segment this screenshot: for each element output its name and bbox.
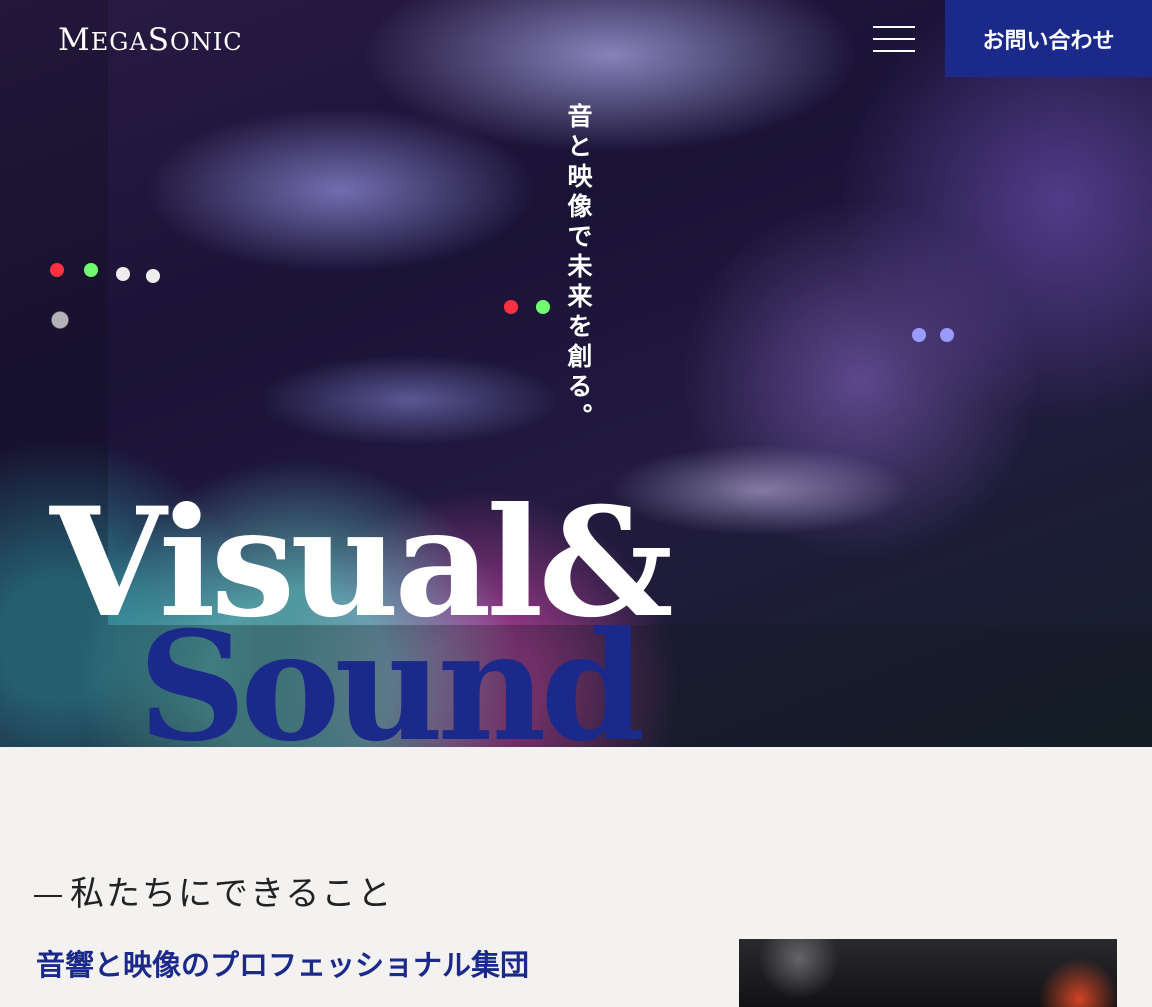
- section-label-text: 私たちにできること: [70, 874, 394, 914]
- logo-letters: ONIC: [170, 28, 243, 56]
- megasonic-logo[interactable]: MEGASONIC: [58, 22, 243, 58]
- logo-letters: EGA: [90, 28, 148, 56]
- contact-button[interactable]: お問い合わせ: [945, 0, 1152, 77]
- hamburger-menu-button[interactable]: [873, 24, 915, 54]
- section-label: 私たちにできること: [34, 866, 393, 915]
- logo-letter: S: [147, 22, 171, 58]
- hamburger-icon-bar: [873, 38, 915, 40]
- logo-letter: M: [58, 22, 91, 58]
- dash-divider: [34, 894, 62, 897]
- section-heading: 音響と映像のプロフェッショナル集団: [36, 948, 530, 982]
- hamburger-icon: [873, 26, 915, 28]
- hero-title-sound: Sound: [138, 599, 645, 775]
- hero-tagline: 音と映像で未来を創る。: [564, 103, 593, 433]
- hamburger-icon-bar: [873, 50, 915, 52]
- section-thumbnail-image: [739, 939, 1117, 1007]
